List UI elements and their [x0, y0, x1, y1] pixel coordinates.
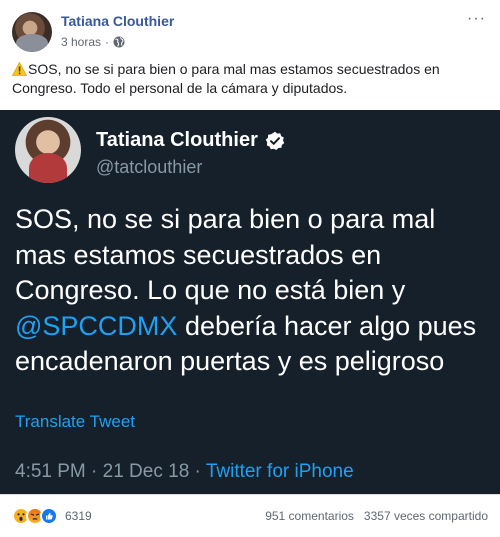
tweet-author-name: Tatiana Clouthier	[96, 129, 258, 151]
author-name[interactable]: Tatiana Clouthier	[61, 13, 174, 29]
tweet-timestamp: 4:51 PM · 21 Dec 18 ·	[15, 461, 206, 482]
translate-tweet-link: Translate Tweet	[15, 412, 136, 431]
warning-icon	[12, 62, 27, 76]
tweet-body-start: SOS, no se si para bien o para mal mas e…	[15, 204, 436, 305]
comments-count[interactable]: 951 comentarios	[265, 509, 354, 523]
tweet-source: Twitter for iPhone	[205, 461, 354, 482]
post-stats: 951 comentarios 3357 veces compartido	[265, 509, 488, 523]
reaction-icons[interactable]	[12, 507, 58, 525]
more-icon[interactable]: ···	[467, 10, 486, 28]
tweet-footer: 4:51 PM · 21 Dec 18 · Twitter for iPhone	[15, 461, 354, 483]
post-time[interactable]: 3 horas	[61, 35, 101, 49]
reaction-count[interactable]: 6319	[65, 509, 92, 523]
verified-icon	[265, 131, 285, 150]
post-text-content: SOS, no se si para bien o para mal mas e…	[12, 61, 440, 96]
post-meta: 3 horas ·	[61, 35, 125, 49]
post-text: SOS, no se si para bien o para mal mas e…	[12, 60, 488, 98]
post-header: Tatiana Clouthier 3 horas · ···	[0, 0, 500, 60]
author-avatar[interactable]	[12, 12, 52, 52]
like-reaction-icon	[40, 507, 58, 525]
tweet-body: SOS, no se si para bien o para mal mas e…	[15, 202, 490, 380]
tweet-handle: @tatclouthier	[96, 157, 203, 177]
reactions-bar: 6319 951 comentarios 3357 veces comparti…	[0, 494, 500, 537]
shares-count[interactable]: 3357 veces compartido	[364, 509, 488, 523]
globe-icon	[113, 36, 125, 48]
tweet-avatar	[15, 117, 81, 183]
tweet-mention: @SPCCDMX	[15, 310, 178, 341]
tweet-author: Tatiana Clouthier	[96, 129, 285, 152]
